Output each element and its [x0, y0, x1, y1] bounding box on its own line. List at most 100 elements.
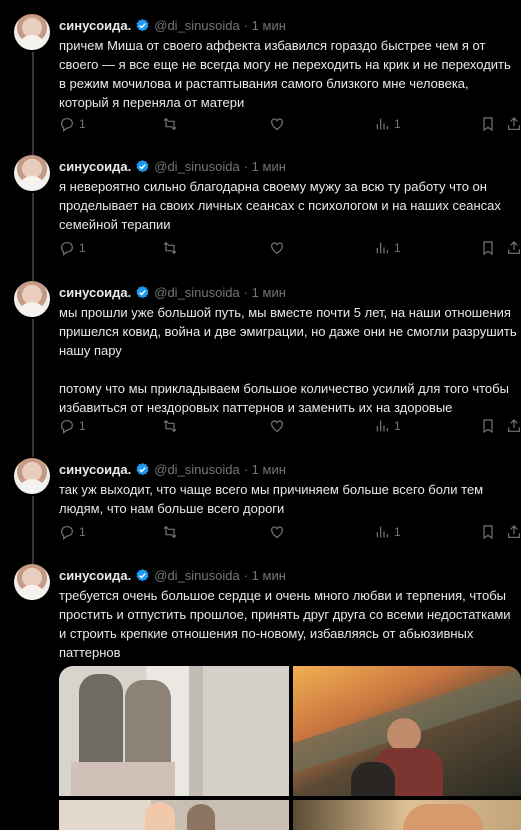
share-icon: [508, 419, 520, 432]
views-icon: [376, 242, 388, 254]
like-icon: [271, 420, 283, 433]
author-name[interactable]: синусоида.: [59, 462, 131, 477]
share-icon: [508, 525, 520, 538]
retweet-icon: [163, 525, 177, 539]
avatar[interactable]: [14, 564, 50, 600]
views-button[interactable]: 1: [374, 524, 401, 540]
reply-icon: [61, 118, 73, 132]
tweet-actions: 1 1: [59, 524, 521, 544]
like-button[interactable]: [269, 524, 285, 540]
views-button[interactable]: 1: [374, 240, 401, 256]
tweet-text: требуется очень большое сердце и очень м…: [59, 588, 515, 660]
photo-couple-portrait[interactable]: [59, 800, 289, 830]
share-button[interactable]: [506, 116, 521, 132]
views-count: 1: [394, 241, 401, 255]
tweet-header: синусоида. @di_sinusoida · 1 мин: [59, 16, 513, 34]
reply-count: 1: [79, 117, 86, 131]
author-name[interactable]: синусоида.: [59, 285, 131, 300]
views-icon: [376, 526, 388, 538]
author-handle[interactable]: @di_sinusoida: [154, 159, 239, 174]
photo-couple-sunset-hug[interactable]: [293, 666, 521, 796]
retweet-icon: [163, 117, 177, 131]
thread-line: [32, 52, 34, 156]
avatar[interactable]: [14, 155, 50, 191]
author-handle[interactable]: @di_sinusoida: [154, 285, 239, 300]
tweet-1[interactable]: синусоида. @di_sinusoida · 1 мин причем …: [0, 14, 521, 156]
verified-badge-icon: [136, 462, 149, 475]
bookmark-icon: [483, 241, 493, 256]
views-button[interactable]: 1: [374, 116, 401, 132]
reply-count: 1: [79, 419, 86, 433]
verified-badge-icon: [136, 159, 149, 172]
tweet-text: мы прошли уже большой путь, мы вместе по…: [59, 305, 517, 415]
avatar[interactable]: [14, 458, 50, 494]
avatar[interactable]: [14, 281, 50, 317]
reply-button[interactable]: 1: [59, 418, 86, 434]
timestamp[interactable]: · 1 мин: [244, 462, 286, 477]
author-handle[interactable]: @di_sinusoida: [154, 462, 239, 477]
bookmark-button[interactable]: [480, 418, 496, 434]
tweet-4[interactable]: синусоида. @di_sinusoida · 1 мин так уж …: [0, 458, 521, 564]
reply-count: 1: [79, 241, 86, 255]
bookmark-button[interactable]: [480, 240, 496, 256]
share-icon: [508, 117, 520, 130]
tweet-actions: 1 1: [59, 418, 521, 438]
retweet-icon: [163, 241, 177, 255]
retweet-button[interactable]: [162, 418, 178, 434]
timestamp[interactable]: · 1 мин: [244, 285, 286, 300]
tweet-actions: 1 1: [59, 116, 521, 136]
tweet-text: я невероятно сильно благодарна своему му…: [59, 179, 505, 232]
reply-count: 1: [79, 525, 86, 539]
share-button[interactable]: [506, 418, 521, 434]
author-handle[interactable]: @di_sinusoida: [154, 568, 239, 583]
tweet-header: синусоида. @di_sinusoida · 1 мин: [59, 566, 513, 584]
tweet-header: синусоида. @di_sinusoida · 1 мин: [59, 283, 513, 301]
like-button[interactable]: [269, 240, 285, 256]
timestamp[interactable]: · 1 мин: [244, 159, 286, 174]
thread-line: [32, 496, 34, 564]
tweet-text: так уж выходит, что чаще всего мы причин…: [59, 482, 487, 516]
views-button[interactable]: 1: [374, 418, 401, 434]
bookmark-button[interactable]: [480, 524, 496, 540]
timestamp[interactable]: · 1 мин: [244, 568, 286, 583]
reply-icon: [61, 526, 73, 540]
photo-closeup[interactable]: [293, 800, 521, 830]
views-icon: [376, 118, 388, 130]
reply-button[interactable]: 1: [59, 240, 86, 256]
views-count: 1: [394, 525, 401, 539]
bookmark-button[interactable]: [480, 116, 496, 132]
retweet-icon: [163, 419, 177, 433]
tweet-actions: 1 1: [59, 240, 521, 260]
verified-badge-icon: [136, 285, 149, 298]
thread-line: [32, 319, 34, 457]
reply-icon: [61, 242, 73, 256]
like-button[interactable]: [269, 418, 285, 434]
avatar[interactable]: [14, 14, 50, 50]
retweet-button[interactable]: [162, 524, 178, 540]
bookmark-icon: [483, 117, 493, 132]
reply-button[interactable]: 1: [59, 116, 86, 132]
timestamp[interactable]: · 1 мин: [244, 18, 286, 33]
share-button[interactable]: [506, 524, 521, 540]
like-icon: [271, 242, 283, 255]
share-button[interactable]: [506, 240, 521, 256]
views-icon: [376, 420, 388, 432]
tweet-header: синусоида. @di_sinusoida · 1 мин: [59, 157, 513, 175]
verified-badge-icon: [136, 568, 149, 581]
tweet-2[interactable]: синусоида. @di_sinusoida · 1 мин я невер…: [0, 155, 521, 283]
share-icon: [508, 241, 520, 254]
tweet-text: причем Миша от своего аффекта избавился …: [59, 38, 515, 110]
author-name[interactable]: синусоида.: [59, 568, 131, 583]
retweet-button[interactable]: [162, 116, 178, 132]
retweet-button[interactable]: [162, 240, 178, 256]
like-icon: [271, 118, 283, 131]
author-name[interactable]: синусоида.: [59, 159, 131, 174]
like-button[interactable]: [269, 116, 285, 132]
reply-button[interactable]: 1: [59, 524, 86, 540]
author-name[interactable]: синусоида.: [59, 18, 131, 33]
author-handle[interactable]: @di_sinusoida: [154, 18, 239, 33]
photo-couple-mirror-selfie[interactable]: [59, 666, 289, 796]
reply-icon: [61, 420, 73, 434]
tweet-header: синусоида. @di_sinusoida · 1 мин: [59, 460, 513, 478]
tweet-3[interactable]: синусоида. @di_sinusoida · 1 мин мы прош…: [0, 281, 521, 457]
